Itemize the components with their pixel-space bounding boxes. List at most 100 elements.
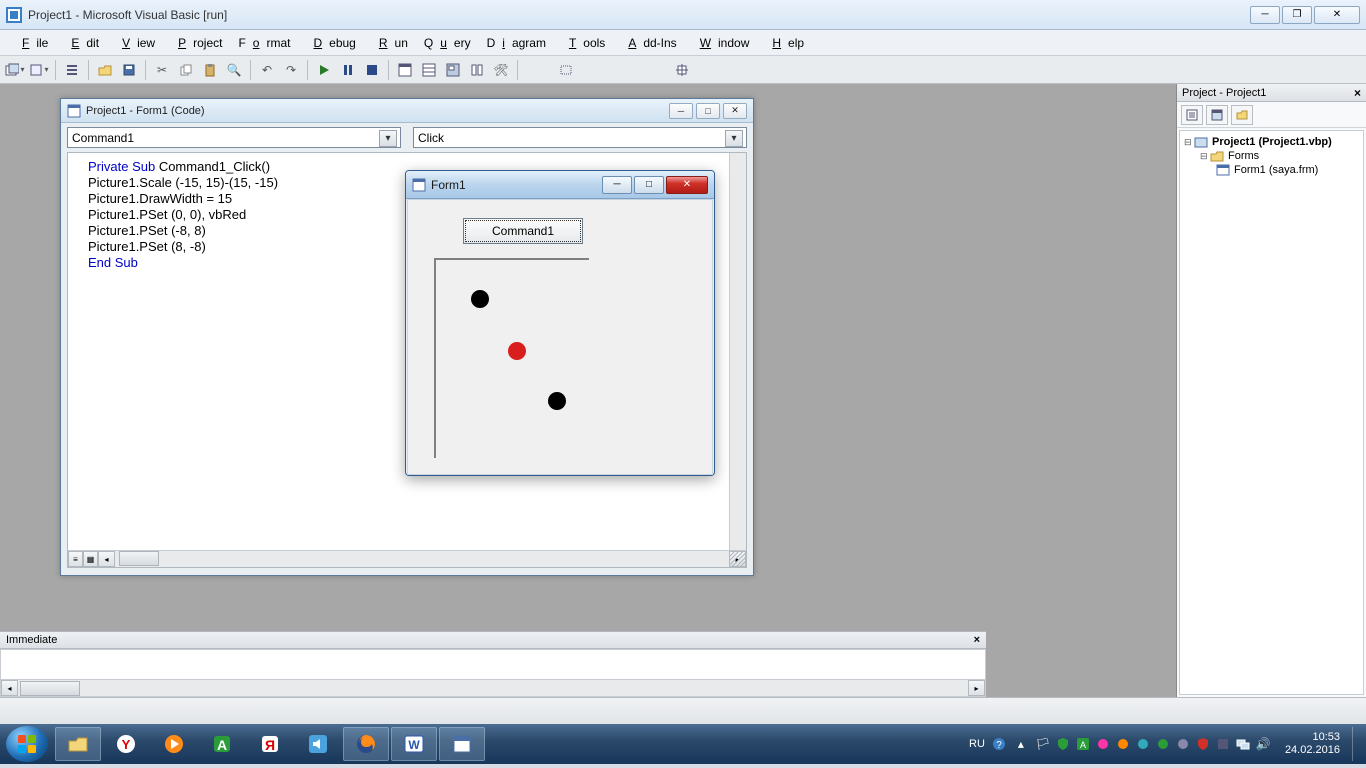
project-panel-close-button[interactable]: × <box>1354 86 1361 100</box>
add-project-button[interactable] <box>4 59 26 81</box>
taskbar-media[interactable] <box>151 727 197 761</box>
app-title: Project1 - Microsoft Visual Basic [run] <box>28 8 1250 22</box>
scroll-thumb[interactable] <box>119 551 159 566</box>
taskbar-yandex[interactable]: Y <box>103 727 149 761</box>
tree-project-node[interactable]: ⊟ Project1 (Project1.vbp) <box>1184 135 1359 149</box>
network-icon[interactable] <box>1235 736 1251 752</box>
menu-tools[interactable]: Tools <box>555 33 612 53</box>
taskbar-firefox[interactable] <box>343 727 389 761</box>
menu-window[interactable]: Window <box>686 33 757 53</box>
menu-file[interactable]: File <box>8 33 55 53</box>
disk-icon[interactable] <box>1175 736 1191 752</box>
menu-editor-button[interactable] <box>61 59 83 81</box>
immediate-body[interactable]: ◂ ▸ <box>0 649 986 697</box>
sound-icon[interactable]: 🔊 <box>1255 736 1271 752</box>
taskbar-word[interactable]: W <box>391 727 437 761</box>
menu-view[interactable]: View <box>108 33 162 53</box>
project-tree[interactable]: ⊟ Project1 (Project1.vbp) ⊟ Forms Form1 … <box>1179 130 1364 695</box>
start-button[interactable] <box>6 726 48 762</box>
menu-run[interactable]: Run <box>365 33 415 53</box>
form-layout-button[interactable] <box>442 59 464 81</box>
find-button[interactable]: 🔍 <box>223 59 245 81</box>
data-view-button[interactable] <box>555 59 577 81</box>
tool-icon[interactable] <box>1215 736 1231 752</box>
undo-button[interactable]: ↶ <box>256 59 278 81</box>
cut-button[interactable]: ✂ <box>151 59 173 81</box>
menu-debug[interactable]: Debug <box>299 33 362 53</box>
tray-expand-icon[interactable]: ▴ <box>1013 736 1029 752</box>
code-scrollbar-vertical[interactable] <box>729 153 746 550</box>
pause-button[interactable] <box>337 59 359 81</box>
form1-minimize-button[interactable]: ─ <box>602 176 632 194</box>
add-form-button[interactable] <box>28 59 50 81</box>
action-center-icon[interactable]: 🏳 <box>1035 736 1051 752</box>
form1-close-button[interactable]: ✕ <box>666 176 708 194</box>
code-scrollbar-horizontal[interactable]: ≡ ▦ ◂ ▸ <box>68 550 746 567</box>
immediate-close-button[interactable]: × <box>974 634 980 646</box>
menu-project[interactable]: Project <box>164 33 229 53</box>
tree-form-item[interactable]: Form1 (saya.frm) <box>1184 163 1359 177</box>
taskbar-amigo[interactable]: A <box>199 727 245 761</box>
procedure-view-button[interactable]: ≡ <box>68 551 83 567</box>
av-icon[interactable] <box>1155 736 1171 752</box>
language-indicator[interactable]: RU <box>969 738 985 750</box>
menu-query[interactable]: Query <box>417 33 478 53</box>
app-close-button[interactable]: ✕ <box>1314 6 1360 24</box>
code-minimize-button[interactable]: ─ <box>669 103 693 119</box>
immediate-scroll-right[interactable]: ▸ <box>968 680 985 696</box>
code-close-button[interactable]: ✕ <box>723 103 747 119</box>
taskbar-yandex-browser[interactable]: Я <box>247 727 293 761</box>
toggle-folders-button[interactable] <box>1231 105 1253 125</box>
app-icon[interactable]: A <box>1075 736 1091 752</box>
view-object-button[interactable] <box>1206 105 1228 125</box>
taskbar-volume[interactable] <box>295 727 341 761</box>
form1-titlebar[interactable]: Form1 ─ □ ✕ <box>406 171 714 199</box>
save-button[interactable] <box>118 59 140 81</box>
properties-button[interactable] <box>418 59 440 81</box>
object-combo[interactable]: Command1 <box>67 127 401 148</box>
shield-icon[interactable] <box>1055 736 1071 752</box>
component-button[interactable] <box>671 59 693 81</box>
run-button[interactable] <box>313 59 335 81</box>
command1-button[interactable]: Command1 <box>463 218 583 244</box>
object-browser-button[interactable] <box>466 59 488 81</box>
copy-button[interactable] <box>175 59 197 81</box>
app-maximize-button[interactable]: ❐ <box>1282 6 1312 24</box>
show-desktop-button[interactable] <box>1352 727 1360 761</box>
full-module-view-button[interactable]: ▦ <box>83 551 98 567</box>
project-explorer-button[interactable] <box>394 59 416 81</box>
open-button[interactable] <box>94 59 116 81</box>
clock[interactable]: 10:53 24.02.2016 <box>1285 731 1340 757</box>
main-toolbar: ✂ 🔍 ↶ ↷ 🛠 <box>0 56 1366 84</box>
tree-forms-folder[interactable]: ⊟ Forms <box>1184 149 1359 163</box>
browser-tray-icon[interactable] <box>1095 736 1111 752</box>
procedure-combo[interactable]: Click <box>413 127 747 148</box>
immediate-scroll-thumb[interactable] <box>20 681 80 696</box>
menu-edit[interactable]: Edit <box>57 33 106 53</box>
toolbox-button[interactable]: 🛠 <box>490 59 512 81</box>
app-minimize-button[interactable]: ─ <box>1250 6 1280 24</box>
pset-dot <box>548 392 566 410</box>
menu-addins[interactable]: Add-Ins <box>614 33 683 53</box>
paste-button[interactable] <box>199 59 221 81</box>
immediate-scroll-left[interactable]: ◂ <box>1 680 18 696</box>
view-code-button[interactable] <box>1181 105 1203 125</box>
help-icon[interactable]: ? <box>991 736 1007 752</box>
immediate-scrollbar[interactable]: ◂ ▸ <box>1 679 985 696</box>
sync-icon[interactable] <box>1135 736 1151 752</box>
stop-button[interactable] <box>361 59 383 81</box>
taskbar-explorer[interactable] <box>55 727 101 761</box>
resize-grip[interactable] <box>730 551 746 567</box>
scroll-left-button[interactable]: ◂ <box>98 551 115 567</box>
code-window-titlebar[interactable]: Project1 - Form1 (Code) ─ □ ✕ <box>61 99 753 123</box>
form1-maximize-button[interactable]: □ <box>634 176 664 194</box>
taskbar-vb6[interactable] <box>439 727 485 761</box>
update-icon[interactable] <box>1115 736 1131 752</box>
menu-format[interactable]: Format <box>231 33 297 53</box>
security-icon[interactable] <box>1195 736 1211 752</box>
menu-help[interactable]: Help <box>758 33 811 53</box>
project-explorer-panel: Project - Project1 × ⊟ Project1 (Project… <box>1176 84 1366 697</box>
code-maximize-button[interactable]: □ <box>696 103 720 119</box>
menu-diagram[interactable]: Diagram <box>480 33 553 53</box>
redo-button[interactable]: ↷ <box>280 59 302 81</box>
